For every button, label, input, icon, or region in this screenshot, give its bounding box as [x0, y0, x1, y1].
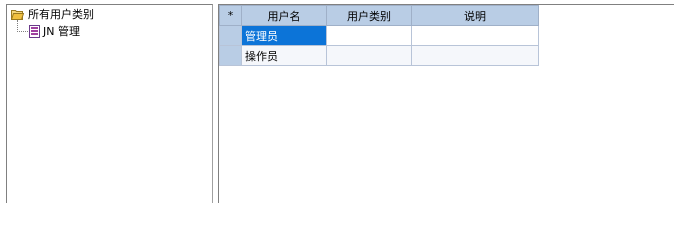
tree-node-all-categories[interactable]: 所有用户类别 — [10, 7, 95, 21]
cell-description[interactable] — [411, 25, 539, 46]
folder-open-icon — [10, 9, 25, 20]
column-header-username[interactable]: 用户名 — [241, 5, 327, 26]
tree-node-jn-admin[interactable]: JN 管理 — [29, 24, 80, 38]
row-header-cell[interactable] — [219, 45, 242, 66]
grid-header-row: * 用户名 用户类别 说明 — [219, 5, 539, 26]
table-row[interactable]: 管理员 — [219, 25, 539, 46]
user-grid: * 用户名 用户类别 说明 管理员 操作员 — [219, 5, 539, 66]
row-header-cell[interactable] — [219, 25, 242, 46]
user-group-icon — [29, 24, 40, 38]
cell-description[interactable] — [411, 45, 539, 66]
cell-username[interactable]: 操作员 — [241, 45, 327, 66]
user-grid-panel: * 用户名 用户类别 说明 管理员 操作员 — [218, 4, 674, 203]
tree-child-label: JN 管理 — [43, 24, 80, 38]
cell-username[interactable]: 管理员 — [241, 25, 327, 46]
column-header-category[interactable]: 用户类别 — [326, 5, 412, 26]
tree-connector-line — [17, 31, 28, 32]
tree-root-label: 所有用户类别 — [28, 7, 94, 21]
column-header-description[interactable]: 说明 — [411, 5, 539, 26]
category-tree-panel[interactable]: 所有用户类别 JN 管理 — [6, 4, 213, 203]
cell-category[interactable] — [326, 25, 412, 46]
grid-corner-cell[interactable]: * — [219, 5, 242, 26]
table-row[interactable]: 操作员 — [219, 45, 539, 66]
cell-category[interactable] — [326, 45, 412, 66]
